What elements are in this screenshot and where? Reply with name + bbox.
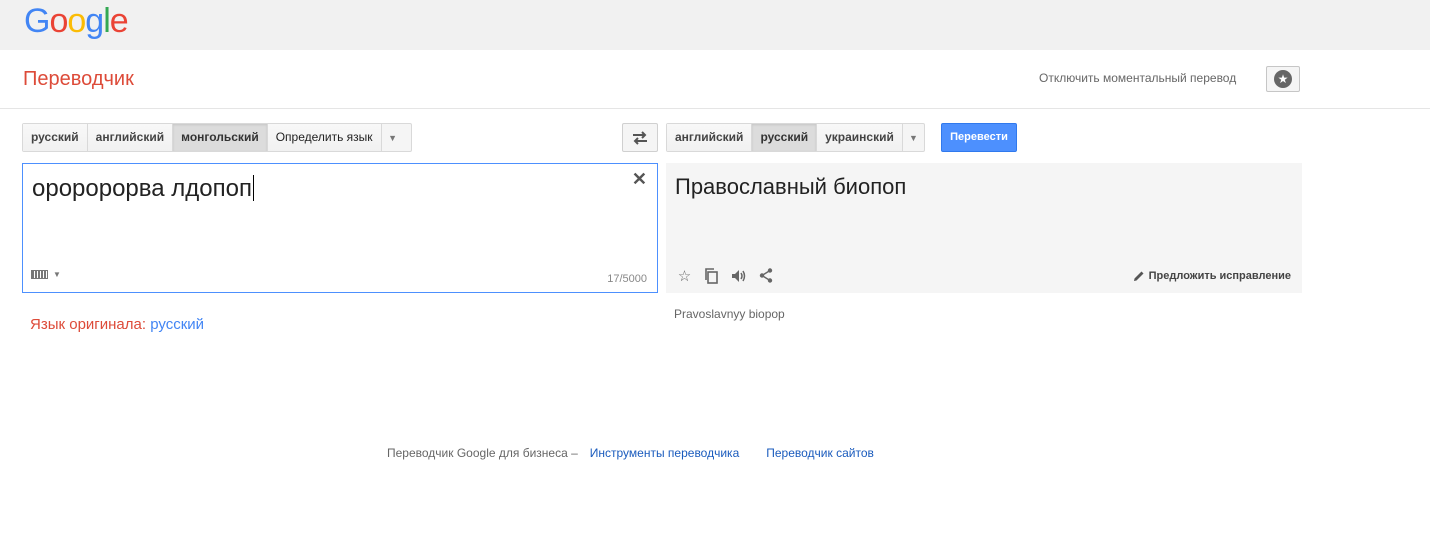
text-cursor xyxy=(252,175,254,201)
chevron-down-icon: ▼ xyxy=(53,270,61,279)
source-lang-mongolian[interactable]: монгольский xyxy=(173,124,268,151)
transliteration: Pravoslavnyy biopop xyxy=(674,307,785,321)
star-icon[interactable]: ☆ xyxy=(676,267,693,285)
target-lang-english[interactable]: английский xyxy=(667,124,753,151)
detect-language-button[interactable]: Определить язык xyxy=(267,124,382,151)
close-icon[interactable]: ✕ xyxy=(632,169,647,190)
copy-icon[interactable] xyxy=(703,267,720,284)
result-toolbar: ☆ xyxy=(676,267,774,285)
logo-letter: e xyxy=(109,2,129,40)
keyboard-icon xyxy=(31,270,48,279)
top-bar: Google xyxy=(0,0,1430,50)
instant-translate-toggle[interactable]: Отключить моментальный перевод xyxy=(1039,71,1236,85)
logo-letter: G xyxy=(24,2,50,40)
character-count: 17/5000 xyxy=(607,273,647,285)
star-icon: ★ xyxy=(1274,70,1292,88)
suggest-edit-button[interactable]: Предложить исправление xyxy=(1133,270,1291,282)
logo-letter: o xyxy=(67,2,86,40)
translated-text: Православный биопоп xyxy=(675,174,907,199)
chevron-down-icon[interactable]: ▼ xyxy=(382,124,404,151)
pencil-icon xyxy=(1133,271,1144,281)
detected-language: Язык оригинала: русский xyxy=(30,316,204,333)
detected-language-link[interactable]: русский xyxy=(150,316,204,333)
source-text-wrapper[interactable]: ороророрва лдопоп xyxy=(32,175,254,203)
speaker-icon[interactable] xyxy=(730,267,747,284)
website-translator-link[interactable]: Переводчик сайтов xyxy=(766,446,874,460)
translator-toolkit-link[interactable]: Инструменты переводчика xyxy=(590,446,739,460)
translate-button[interactable]: Перевести xyxy=(941,123,1017,152)
suggest-edit-label: Предложить исправление xyxy=(1148,270,1291,282)
chevron-down-icon[interactable]: ▼ xyxy=(903,124,924,151)
source-text: ороророрва лдопоп xyxy=(32,175,252,202)
source-language-bar: русский английский монгольский Определит… xyxy=(22,123,412,152)
detected-language-label: Язык оригинала: xyxy=(30,316,147,333)
swap-icon xyxy=(633,130,647,145)
source-text-area[interactable]: ороророрва лдопоп ✕ ▼ 17/5000 xyxy=(22,163,658,293)
source-lang-russian[interactable]: русский xyxy=(23,124,88,151)
target-lang-russian[interactable]: русский xyxy=(752,124,818,151)
logo-letter: o xyxy=(49,2,68,40)
logo-letter: g xyxy=(85,2,104,40)
target-language-bar: английский русский украинский ▼ xyxy=(666,123,925,152)
app-header: Переводчик Отключить моментальный перево… xyxy=(0,50,1430,109)
source-lang-english[interactable]: английский xyxy=(87,124,174,151)
google-logo[interactable]: Google xyxy=(24,2,129,41)
phrasebook-button[interactable]: ★ xyxy=(1266,66,1300,92)
translation-result: Православный биопоп ☆ Предложить исправл… xyxy=(666,163,1302,293)
target-lang-ukrainian[interactable]: украинский xyxy=(817,124,903,151)
input-tools-button[interactable]: ▼ xyxy=(31,270,61,279)
footer: Переводчик Google для бизнеса – Инструме… xyxy=(387,446,874,460)
page-title[interactable]: Переводчик xyxy=(23,68,134,91)
footer-business-text: Переводчик Google для бизнеса – xyxy=(387,446,578,460)
share-icon[interactable] xyxy=(757,267,774,284)
swap-languages-button[interactable] xyxy=(622,123,658,152)
